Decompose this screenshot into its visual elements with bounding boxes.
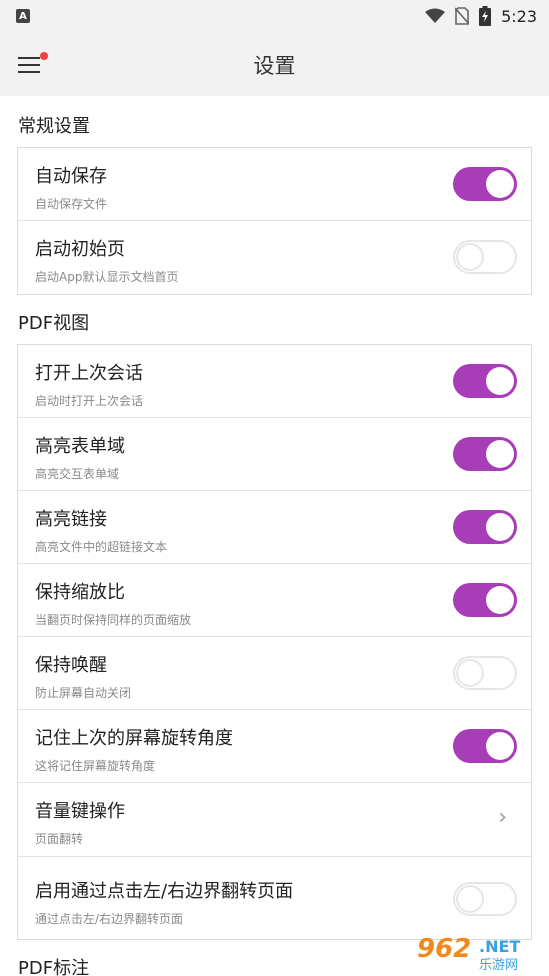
keep-zoom-toggle[interactable] xyxy=(453,583,517,617)
setting-title: 高亮表单域 xyxy=(35,436,125,457)
tap-edge-turn-toggle[interactable] xyxy=(453,882,517,916)
setting-row-tap-edge-turn[interactable]: 启用通过点击左/右边界翻转页面 通过点击左/右边界翻转页面 xyxy=(18,857,531,941)
setting-row-start-page[interactable]: 启动初始页 启动App默认显示文档首页 xyxy=(18,221,531,294)
setting-title: 高亮链接 xyxy=(35,509,107,530)
setting-title: 音量键操作 xyxy=(35,801,125,822)
setting-subtitle: 自动保存文件 xyxy=(35,197,108,211)
highlight-forms-toggle[interactable] xyxy=(453,437,517,471)
auto-save-toggle[interactable] xyxy=(453,167,517,201)
setting-title: 启用通过点击左/右边界翻转页面 xyxy=(35,881,294,902)
setting-row-remember-rotation[interactable]: 记住上次的屏幕旋转角度 这将记住屏幕旋转角度 xyxy=(18,710,531,783)
watermark-brand: 962 xyxy=(417,934,471,964)
setting-subtitle: 防止屏幕自动关闭 xyxy=(35,686,132,700)
setting-subtitle: 通过点击左/右边界翻转页面 xyxy=(35,912,184,926)
setting-subtitle: 这将记住屏幕旋转角度 xyxy=(35,759,156,773)
setting-subtitle: 高亮交互表单域 xyxy=(35,467,120,481)
setting-row-highlight-forms[interactable]: 高亮表单域 高亮交互表单域 xyxy=(18,418,531,491)
watermark-logo: 962 .NET 乐游网 xyxy=(415,930,543,973)
setting-title: 启动初始页 xyxy=(35,239,125,260)
section-title-pdf-view: PDF视图 xyxy=(18,313,90,334)
setting-title: 记住上次的屏幕旋转角度 xyxy=(35,728,233,749)
battery-charging-icon xyxy=(479,6,492,26)
app-bar: 设置 xyxy=(0,32,549,96)
setting-subtitle: 当翻页时保持同样的页面缩放 xyxy=(35,613,192,627)
setting-subtitle: 启动时打开上次会话 xyxy=(35,394,144,408)
setting-row-highlight-links[interactable]: 高亮链接 高亮文件中的超链接文本 xyxy=(18,491,531,564)
setting-subtitle: 页面翻转 xyxy=(35,832,84,846)
setting-subtitle: 启动App默认显示文档首页 xyxy=(35,270,179,284)
setting-row-keep-awake[interactable]: 保持唤醒 防止屏幕自动关闭 xyxy=(18,637,531,710)
status-bar: A 5:23 xyxy=(0,0,549,32)
page-title: 设置 xyxy=(253,54,296,78)
remember-rotation-toggle[interactable] xyxy=(453,729,517,763)
setting-row-open-last-session[interactable]: 打开上次会话 启动时打开上次会话 xyxy=(18,345,531,418)
setting-title: 自动保存 xyxy=(35,166,107,187)
start-page-toggle[interactable] xyxy=(453,240,517,274)
app-notification-icon: A xyxy=(16,9,30,23)
open-last-session-toggle[interactable] xyxy=(453,364,517,398)
watermark-suffix: .NET xyxy=(479,937,520,956)
setting-row-volume-keys[interactable]: 音量键操作 页面翻转 › xyxy=(18,783,531,857)
highlight-links-toggle[interactable] xyxy=(453,510,517,544)
setting-title: 保持缩放比 xyxy=(35,582,125,603)
watermark-cn: 乐游网 xyxy=(479,958,518,972)
setting-row-auto-save[interactable]: 自动保存 自动保存文件 xyxy=(18,148,531,221)
wifi-icon xyxy=(425,8,446,23)
no-sim-icon xyxy=(455,7,470,25)
setting-row-keep-zoom[interactable]: 保持缩放比 当翻页时保持同样的页面缩放 xyxy=(18,564,531,637)
pdf-view-settings-card: 打开上次会话 启动时打开上次会话 高亮表单域 高亮交互表单域 高亮链接 高亮文件… xyxy=(17,344,532,940)
setting-title: 保持唤醒 xyxy=(35,655,107,676)
setting-title: 打开上次会话 xyxy=(35,363,143,384)
keep-awake-toggle[interactable] xyxy=(453,656,517,690)
status-right: 5:23 xyxy=(425,6,537,26)
general-settings-card: 自动保存 自动保存文件 启动初始页 启动App默认显示文档首页 xyxy=(17,147,532,295)
section-title-general: 常规设置 xyxy=(18,116,90,137)
clock: 5:23 xyxy=(501,6,537,26)
setting-subtitle: 高亮文件中的超链接文本 xyxy=(35,540,168,554)
section-title-pdf-annotation: PDF标注 xyxy=(18,958,90,976)
chevron-right-icon: › xyxy=(498,805,507,830)
settings-list[interactable]: 常规设置 自动保存 自动保存文件 启动初始页 启动App默认显示文档首页 PDF… xyxy=(0,96,549,976)
